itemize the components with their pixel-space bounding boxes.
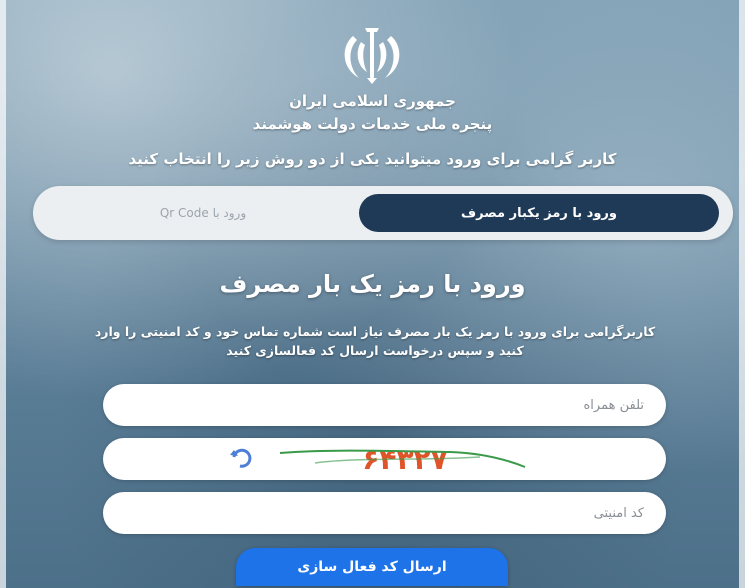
send-activation-code-button[interactable]: ارسال کد فعال سازی xyxy=(236,548,508,586)
header-country: جمهوری اسلامی ایران xyxy=(289,92,456,110)
captcha-image: ۶۴۳۲۷ xyxy=(229,443,525,476)
phone-input[interactable] xyxy=(103,384,666,426)
iran-emblem-icon xyxy=(344,28,400,84)
security-code-input[interactable] xyxy=(103,492,666,534)
tab-otp-login[interactable]: ورود با رمز یکبار مصرف xyxy=(359,194,719,232)
header-portal-title: پنجره ملی خدمات دولت هوشمند xyxy=(252,115,493,133)
section-title: ورود با رمز یک بار مصرف xyxy=(219,270,526,298)
refresh-captcha-icon[interactable] xyxy=(229,448,251,468)
phone-field xyxy=(103,384,666,426)
header-instruction: کاربر گرامی برای ورود میتوانید یکی از دو… xyxy=(128,150,617,168)
login-method-tabs: ورود با رمز یکبار مصرف ورود با Qr Code xyxy=(33,186,733,240)
security-code-field xyxy=(103,492,666,534)
tab-qr-login[interactable]: ورود با Qr Code xyxy=(53,194,353,232)
description-line-1: کاربرگرامی برای ورود با رمز یک بار مصرف … xyxy=(94,324,656,339)
section-description: کاربرگرامی برای ورود با رمز یک بار مصرف … xyxy=(30,322,720,360)
captcha-box: ۶۴۳۲۷ xyxy=(103,438,666,480)
description-line-2: کنید و سپس درخواست ارسال کد فعالسازی کنی… xyxy=(226,343,524,358)
